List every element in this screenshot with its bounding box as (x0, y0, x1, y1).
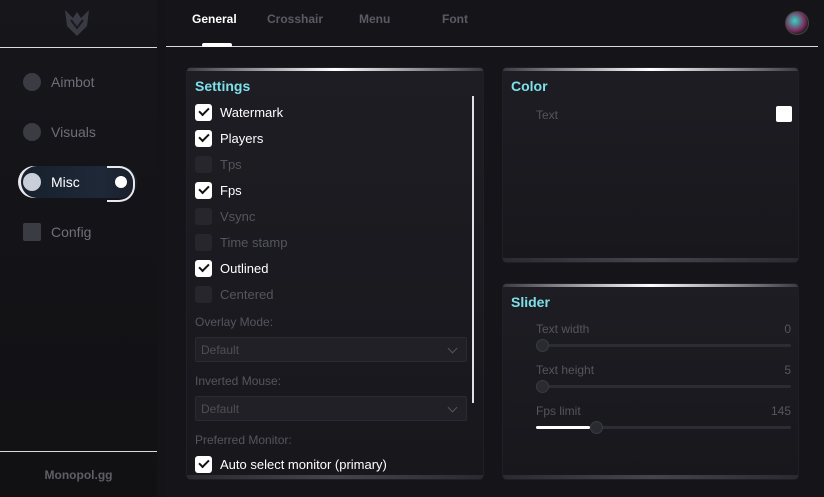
checkbox-watermark[interactable]: Watermark (195, 102, 283, 122)
checkbox-box[interactable] (195, 259, 212, 277)
checkbox-box[interactable] (195, 129, 212, 147)
skull-icon (23, 73, 41, 91)
main-content: General Crosshair Menu Font Settings Wat… (166, 0, 824, 497)
sidebar-item-config[interactable]: Config (0, 216, 157, 248)
slider-label: Fps limit (536, 404, 581, 418)
checkbox-box[interactable] (195, 455, 212, 473)
tab-bar: General Crosshair Menu Font (166, 0, 818, 47)
color-swatch[interactable] (776, 106, 792, 122)
slider-text-height[interactable]: Text height 5 (536, 363, 791, 393)
inverted-mouse-select[interactable]: Default (195, 396, 467, 421)
overlay-mode-select[interactable]: Default (195, 337, 467, 362)
folder-icon (23, 223, 41, 241)
slider-track[interactable] (536, 421, 791, 434)
checkbox-outlined[interactable]: Outlined (195, 258, 268, 278)
settings-title: Settings (195, 78, 251, 94)
sidebar-item-misc[interactable]: Misc (0, 166, 157, 202)
checkbox-vsync[interactable]: Vsync (195, 206, 255, 226)
checkbox-centered[interactable]: Centered (195, 284, 273, 304)
sidebar-item-label: Misc (51, 174, 80, 190)
slider-label: Text height (536, 363, 595, 377)
tab-menu[interactable]: Menu (359, 12, 390, 26)
gear-icon (23, 173, 41, 191)
checkbox-box[interactable] (195, 181, 212, 199)
slider-fps-limit[interactable]: Fps limit 145 (536, 404, 791, 434)
checkbox-box[interactable] (195, 285, 212, 303)
color-row-label: Text (536, 108, 559, 122)
settings-scrollbar[interactable] (472, 96, 474, 403)
slider-track[interactable] (536, 380, 791, 393)
chevron-down-icon (447, 402, 458, 413)
checkbox-label: Outlined (220, 260, 269, 276)
checkbox-box[interactable] (195, 155, 212, 173)
sidebar-item-visuals[interactable]: Visuals (0, 116, 157, 148)
slider-label: Text width (536, 322, 590, 336)
wolf-logo-icon (65, 10, 89, 36)
sidebar-item-label: Config (51, 224, 92, 240)
slider-track[interactable] (536, 339, 791, 352)
eye-icon (23, 123, 41, 141)
tab-general[interactable]: General (192, 12, 237, 26)
preferred-monitor-label: Preferred Monitor: (195, 433, 292, 447)
checkbox-auto-select-monitor[interactable]: Auto select monitor (primary) (195, 454, 387, 474)
overlay-mode-label: Overlay Mode: (195, 315, 274, 329)
tab-font[interactable]: Font (442, 12, 468, 26)
active-tab-underline (202, 43, 232, 47)
chevron-down-icon (447, 343, 458, 354)
sidebar: Aimbot Visuals Misc Config Monopol.gg (0, 0, 157, 497)
checkbox-players[interactable]: Players (195, 128, 263, 148)
checkbox-fps[interactable]: Fps (195, 180, 242, 200)
sidebar-footer: Monopol.gg (44, 467, 113, 482)
slider-text-width[interactable]: Text width 0 (536, 322, 791, 352)
slider-knob[interactable] (536, 380, 549, 393)
sidebar-top-divider (0, 47, 157, 48)
checkbox-box[interactable] (195, 103, 212, 121)
checkbox-time-stamp[interactable]: Time stamp (195, 232, 287, 252)
checkbox-label: Fps (220, 182, 242, 198)
checkbox-label: Vsync (220, 208, 256, 224)
color-title: Color (511, 78, 548, 94)
inverted-mouse-label: Inverted Mouse: (195, 374, 282, 388)
select-value: Default (201, 401, 240, 416)
active-indicator-dot (115, 176, 127, 188)
tab-crosshair[interactable]: Crosshair (267, 12, 323, 26)
avatar[interactable] (785, 11, 809, 35)
color-panel: Color Text (503, 68, 798, 262)
settings-panel: Settings Watermark Players Tps Fps Vsync… (187, 68, 483, 479)
checkbox-box[interactable] (195, 233, 212, 251)
sidebar-item-label: Aimbot (51, 74, 95, 90)
select-value: Default (201, 342, 240, 357)
checkbox-label: Time stamp (220, 234, 288, 250)
slider-fill (536, 426, 590, 429)
sidebar-item-aimbot[interactable]: Aimbot (0, 66, 157, 98)
slider-value: 145 (770, 404, 791, 418)
slider-knob[interactable] (536, 339, 549, 352)
checkbox-tps[interactable]: Tps (195, 154, 242, 174)
checkbox-label: Centered (220, 286, 274, 302)
checkbox-label: Players (220, 130, 264, 146)
checkbox-label: Watermark (220, 104, 284, 120)
slider-panel: Slider Text width 0 Text height 5 Fps li… (503, 284, 798, 479)
slider-knob[interactable] (589, 421, 603, 434)
color-row-text: Text (536, 106, 792, 122)
slider-value: 5 (784, 363, 791, 377)
slider-title: Slider (511, 294, 550, 310)
sidebar-item-label: Visuals (51, 124, 96, 140)
checkbox-box[interactable] (195, 207, 212, 225)
slider-value: 0 (784, 322, 791, 336)
checkbox-label: Auto select monitor (primary) (220, 456, 387, 472)
checkbox-label: Tps (220, 156, 242, 172)
